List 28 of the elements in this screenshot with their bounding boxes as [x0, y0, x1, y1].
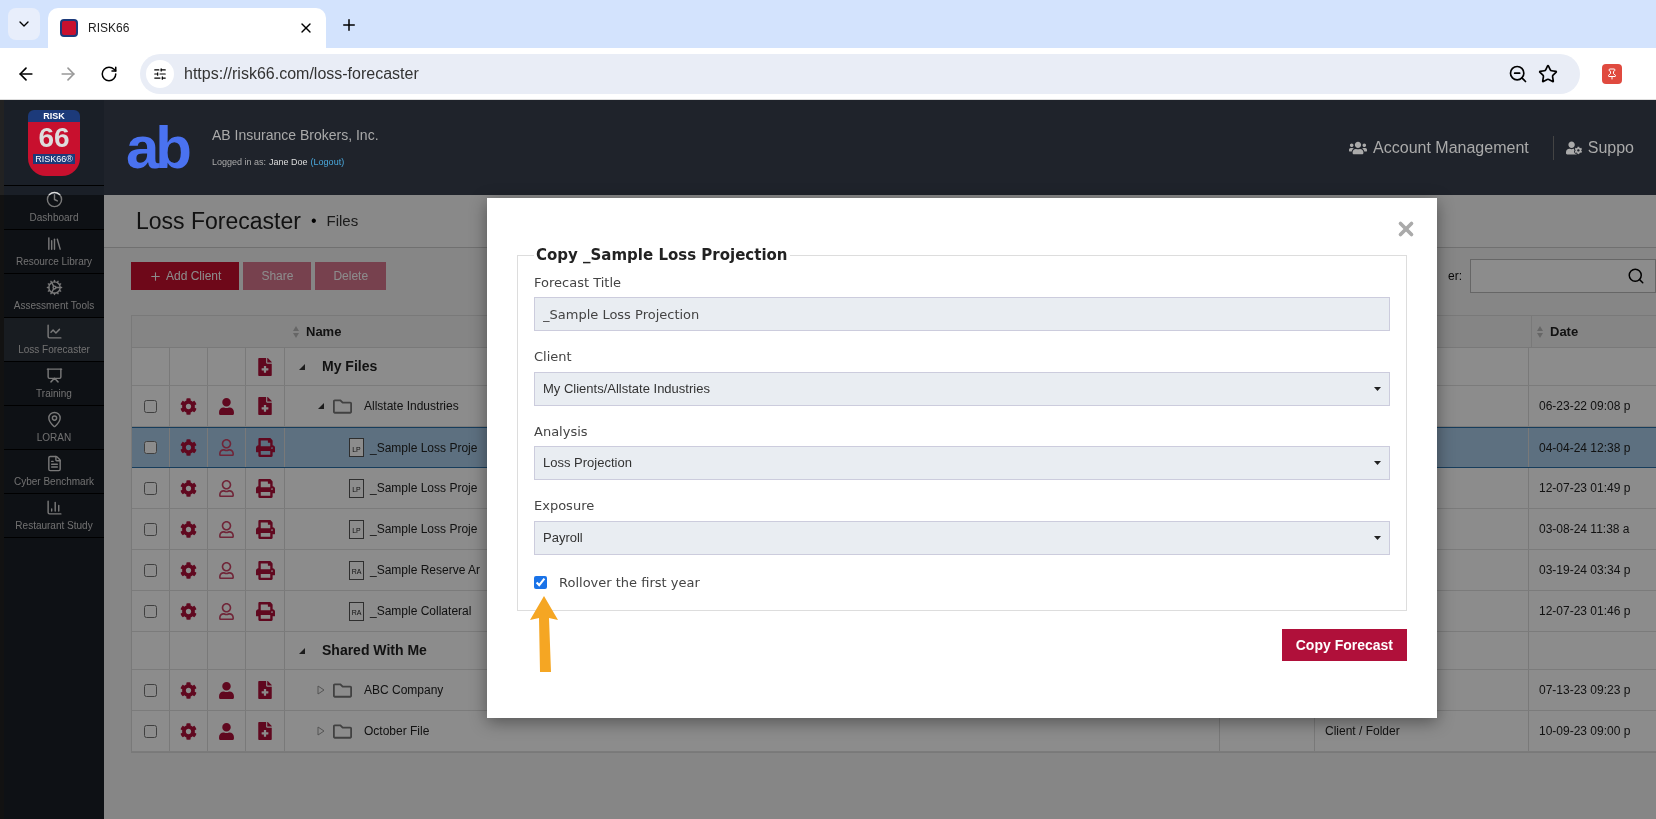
breadcrumb-separator: •	[310, 211, 317, 231]
field-label: Exposure	[534, 497, 596, 515]
checkbox-label: Rollover the first year	[559, 573, 700, 592]
type-text: Client / Folder	[1325, 723, 1400, 740]
user-name: Jane Doe	[269, 156, 308, 170]
form-legend: Copy _Sample Loss Projection	[534, 244, 790, 267]
logo-bottom-text: RISK66®	[33, 153, 75, 164]
filter-label: er:	[1448, 268, 1462, 285]
date-text: 04-04-24 12:38 p	[1539, 439, 1631, 457]
logo-number: 66	[38, 121, 70, 154]
logo-top-text: RISK	[43, 109, 65, 123]
date-text: 10-09-23 09:00 p	[1539, 723, 1631, 740]
company-name: AB Insurance Brokers, Inc.	[212, 126, 380, 146]
url-text: https://risk66.com/loss-forecaster	[184, 63, 420, 84]
date-text: 06-23-22 09:08 p	[1539, 398, 1631, 415]
field-label: Analysis	[534, 422, 589, 441]
field-label: Client	[534, 348, 573, 366]
date-text: 03-19-24 03:34 p	[1539, 562, 1631, 579]
breadcrumb: Files	[326, 210, 359, 231]
page-title: Loss Forecaster	[136, 206, 301, 236]
date-text: 12-07-23 01:49 p	[1539, 480, 1631, 497]
date-text: 07-13-23 09:23 p	[1539, 682, 1631, 699]
field-label: Forecast Title	[534, 273, 622, 292]
logged-in-label: Logged in as:	[212, 156, 267, 170]
ab-logo: ab	[126, 117, 189, 178]
date-text: 12-07-23 01:46 p	[1539, 603, 1631, 620]
date-text: 03-08-24 11:38 a	[1539, 521, 1630, 538]
tab-title: RISK66	[88, 20, 131, 37]
